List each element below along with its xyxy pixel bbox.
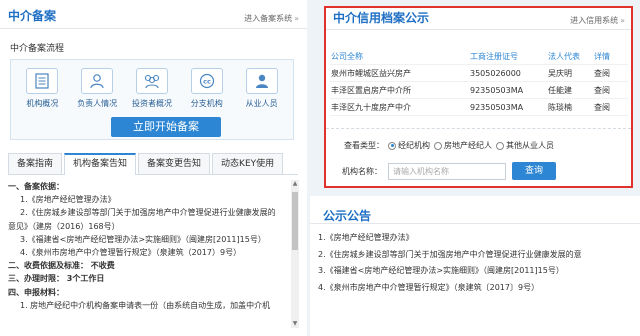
radio-label[interactable]: 房地产经纪人 xyxy=(444,140,492,151)
notice-item[interactable]: 4.《泉州市房地产中介管理暂行规定》（泉建筑〔2017〕9号） xyxy=(318,280,640,297)
notice-panel: 公示公告 1.《房地产经纪管理办法》 2.《住房城乡建设部等部门关于加强房地产中… xyxy=(310,196,640,336)
doc-heading: 三、办理时限： 3个工作日 xyxy=(8,274,105,284)
col-legal-rep: 法人代表 xyxy=(548,52,580,61)
query-type-label: 查看类型： xyxy=(344,141,384,150)
flow-item-investors[interactable]: 投资者概况 xyxy=(127,68,177,109)
cell-reg-no: 3505026000 xyxy=(470,69,521,78)
view-details-link[interactable]: 查阅 xyxy=(594,99,624,115)
col-registration-no: 工商注册证号 xyxy=(470,52,518,61)
view-details-link[interactable]: 查阅 xyxy=(594,65,624,81)
agency-name-input[interactable]: 请输入机构名称 xyxy=(388,162,506,180)
flow-item-label[interactable]: 分支机构 xyxy=(182,98,232,109)
radio-other-staff[interactable]: 其他从业人员 xyxy=(496,140,554,151)
col-company-name: 公司全称 xyxy=(331,52,363,61)
flow-item-label[interactable]: 从业人员 xyxy=(237,98,287,109)
staff-icon[interactable] xyxy=(245,68,278,94)
cell-reg-no: 92350503MA xyxy=(470,86,524,95)
name-label: 机构名称： xyxy=(342,166,382,176)
radio-broker[interactable]: 房地产经纪人 xyxy=(434,140,492,151)
group-icon[interactable] xyxy=(135,68,168,94)
tab-org-filing-notice[interactable]: 机构备案告知 xyxy=(64,153,137,175)
filing-title: 中介备案 xyxy=(8,9,57,23)
notice-title: 公示公告 xyxy=(323,209,372,223)
query-button[interactable]: 查询 xyxy=(512,162,556,180)
filing-notice-content: 一、备案依据： 1.《房地产经纪管理办法》 2.《住房城乡建设部等部门关于加强房… xyxy=(8,180,296,328)
branch-cc-icon[interactable]: cc xyxy=(190,68,223,94)
flow-item-staff[interactable]: 从业人员 xyxy=(237,68,287,109)
tab-dynamic-key[interactable]: 动态KEY使用 xyxy=(212,153,284,174)
notice-item[interactable]: 3.《福建省<房地产经纪管理办法>实施细则》（闽建房[2011]15号） xyxy=(318,263,640,280)
flow-box: 机构概况 负责人情况 投资者概况 cc 分支机构 从业人员 立即开始备案 xyxy=(10,59,294,140)
enter-filing-system-link[interactable]: 进入备案系统» xyxy=(244,13,299,24)
doc-line: 意见》（建房（2016）168号） xyxy=(8,221,120,231)
radio-label[interactable]: 其他从业人员 xyxy=(506,140,554,151)
col-details: 详情 xyxy=(594,52,610,61)
radio-unselected-icon[interactable] xyxy=(434,141,442,150)
flow-item-branches[interactable]: cc 分支机构 xyxy=(182,68,232,109)
doc-heading: 二、收费依据及标准： 不收费 xyxy=(8,261,115,271)
flow-item-org-overview[interactable]: 机构概况 xyxy=(17,68,67,109)
credit-records-panel: 中介信用档案公示 进入信用系统» 公司全称 工商注册证号 法人代表 详情 泉州市… xyxy=(324,6,633,188)
notice-item[interactable]: 1.《房地产经纪管理办法》 xyxy=(318,230,640,247)
radio-unselected-icon[interactable] xyxy=(496,141,504,150)
doc-line: 1.《房地产经纪管理办法》 xyxy=(20,195,116,205)
credit-search-area: 查看类型： 经纪机构 房地产经纪人 其他从业人员 机构名称： 请输入机构名称 查… xyxy=(326,128,631,186)
cell-reg-no: 92350503MA xyxy=(470,103,524,112)
doc-line: 4.《泉州市房地产中介管理暂行规定》（泉建筑（2017）9号） xyxy=(20,248,242,258)
doc-line: 2.《住房城乡建设部等部门关于加强房地产中介管理促进行业健康发展的 xyxy=(20,208,276,218)
cell-legal-rep: 吴庆明 xyxy=(548,69,572,78)
list-document-icon[interactable] xyxy=(26,68,59,94)
cell-legal-rep: 陈琰楠 xyxy=(548,103,572,112)
double-arrow-icon[interactable]: » xyxy=(294,14,299,23)
doc-line: 3.《福建省<房地产经纪管理办法>实施细则》（闽建房[2011]15号） xyxy=(20,234,266,244)
flow-item-label[interactable]: 机构概况 xyxy=(17,98,67,109)
table-row: 丰泽区置启房产中介所 92350503MA 任能建 查阅 xyxy=(330,82,628,99)
notice-header: 公示公告 xyxy=(310,196,640,224)
scroll-thumb[interactable] xyxy=(292,192,298,250)
tab-filing-guide[interactable]: 备案指南 xyxy=(8,153,63,174)
radio-selected-icon[interactable] xyxy=(388,141,396,150)
scroll-up-icon[interactable]: ▲ xyxy=(291,180,299,188)
table-row: 泉州市鲤城区益兴房产 3505026000 吴庆明 查阅 xyxy=(330,65,628,82)
notice-list: 1.《房地产经纪管理办法》 2.《住房城乡建设部等部门关于加强房地产中介管理促进… xyxy=(310,224,640,296)
tab-filing-change-notice[interactable]: 备案变更告知 xyxy=(138,153,211,174)
flow-item-principal[interactable]: 负责人情况 xyxy=(72,68,122,109)
cell-company: 丰泽区置启房产中介所 xyxy=(331,86,411,95)
scroll-down-icon[interactable]: ▼ xyxy=(291,320,299,328)
cell-legal-rep: 任能建 xyxy=(548,86,572,95)
person-icon[interactable] xyxy=(81,68,114,94)
flow-title: 中介备案流程 xyxy=(10,44,65,54)
start-filing-button[interactable]: 立即开始备案 xyxy=(111,117,221,137)
radio-label[interactable]: 经纪机构 xyxy=(398,140,430,151)
enter-credit-system-link[interactable]: 进入信用系统» xyxy=(570,15,625,26)
filing-header: 中介备案 进入备案系统» xyxy=(0,0,307,29)
credit-header: 中介信用档案公示 进入信用系统» xyxy=(326,8,631,30)
table-header: 公司全称 工商注册证号 法人代表 详情 xyxy=(330,48,628,65)
doc-heading: 一、备案依据： xyxy=(8,182,64,191)
name-search-row: 机构名称： 请输入机构名称 查询 xyxy=(342,162,556,180)
left-panel: 中介备案 进入备案系统» 中介备案流程 机构概况 负责人情况 投资者概况 cc … xyxy=(0,0,307,336)
enter-filing-system-label[interactable]: 进入备案系统 xyxy=(244,14,292,23)
credit-table: 公司全称 工商注册证号 法人代表 详情 泉州市鲤城区益兴房产 350502600… xyxy=(330,48,628,116)
doc-heading: 四、申报材料： xyxy=(8,287,64,297)
flow-item-label[interactable]: 负责人情况 xyxy=(72,98,122,109)
enter-credit-system-label[interactable]: 进入信用系统 xyxy=(570,16,618,25)
doc-scrollbar[interactable]: ▲ ▼ xyxy=(291,180,299,328)
table-row: 丰泽区九十度房产中介 92350503MA 陈琰楠 查阅 xyxy=(330,99,628,116)
svg-text:cc: cc xyxy=(203,78,211,86)
credit-title: 中介信用档案公示 xyxy=(333,11,430,25)
flow-item-label[interactable]: 投资者概况 xyxy=(127,98,177,109)
cell-company: 泉州市鲤城区益兴房产 xyxy=(331,69,411,78)
view-details-link[interactable]: 查阅 xyxy=(594,82,624,98)
filing-tabs: 备案指南 机构备案告知 备案变更告知 动态KEY使用 xyxy=(8,153,298,175)
double-arrow-icon[interactable]: » xyxy=(620,16,625,25)
radio-agency[interactable]: 经纪机构 xyxy=(388,140,430,151)
doc-line: 1. 房地产经纪中介机构备案申请表一份（由系统自动生成，加盖中介机 xyxy=(20,300,271,310)
notice-item[interactable]: 2.《住房城乡建设部等部门关于加强房地产中介管理促进行业健康发展的意 xyxy=(318,247,640,264)
query-type-row: 查看类型： 经纪机构 房地产经纪人 其他从业人员 xyxy=(344,140,554,151)
cell-company: 丰泽区九十度房产中介 xyxy=(331,103,411,112)
